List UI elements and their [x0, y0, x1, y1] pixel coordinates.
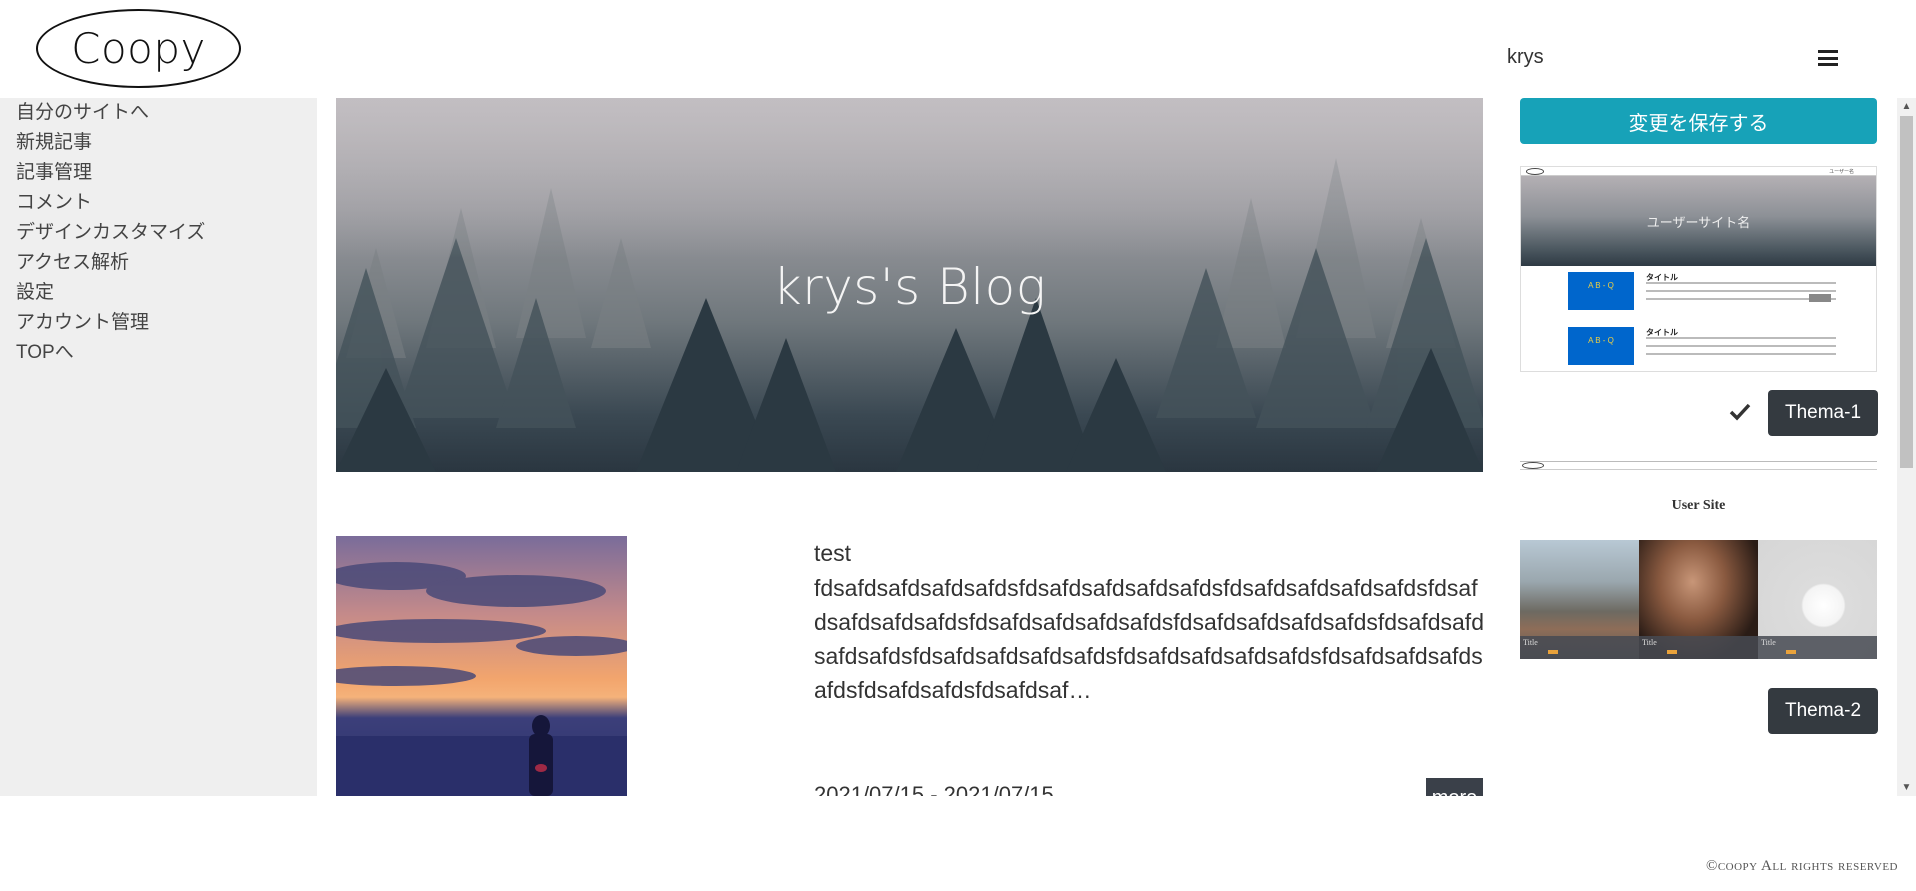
sunset-illustration	[336, 562, 627, 796]
sidebar-item-my-site[interactable]: 自分のサイトへ	[0, 98, 317, 128]
scroll-up-arrow-icon[interactable]: ▲	[1897, 98, 1916, 115]
preview-logo	[1522, 462, 1544, 469]
preview-post-image: A B - Q	[1568, 272, 1634, 310]
checkmark-icon[interactable]	[1728, 400, 1752, 424]
sidebar-item-comments[interactable]: コメント	[0, 188, 317, 218]
more-button[interactable]: more	[1426, 778, 1483, 796]
preview-post-row: A B - Q タイトル	[1521, 266, 1876, 321]
sidebar-item-new-post[interactable]: 新規記事	[0, 128, 317, 158]
scroll-down-arrow-icon[interactable]: ▼	[1897, 779, 1916, 796]
preview-post-row: A B - Q タイトル	[1521, 321, 1876, 371]
post-excerpt: fdsafdsafdsafdsafdsfdsafdsafdsafdsafdsfd…	[814, 575, 1483, 703]
sidebar-item-design-customize[interactable]: デザインカスタマイズ	[0, 218, 317, 248]
footer-copyright: ©coopy All rights reserved	[1705, 858, 1898, 874]
preview-card: Title	[1520, 540, 1639, 659]
preview-card-grid: Title Title Title	[1520, 540, 1877, 659]
blog-preview: krys's Blog test fdsafdsafdsafdsafdsfdsa…	[336, 98, 1483, 796]
hamburger-icon[interactable]	[1818, 50, 1838, 66]
theme2-preview[interactable]: User Site Title Title Title	[1520, 461, 1877, 661]
theme-panel: 変更を保存する ユーザー名 ユーザーサイト名 A B - Q タイトル A B …	[1500, 98, 1897, 796]
sidebar-menu: 自分のサイトへ 新規記事 記事管理 コメント デザインカスタマイズ アクセス解析…	[0, 98, 317, 368]
preview-card-title: Title	[1761, 638, 1776, 647]
post-summary: test fdsafdsafdsafdsafdsfdsafdsafdsafdsa…	[814, 538, 1483, 707]
sidebar-item-post-management[interactable]: 記事管理	[0, 158, 317, 188]
scrollbar-thumb[interactable]	[1900, 116, 1913, 468]
vertical-scrollbar[interactable]: ▲ ▼	[1897, 98, 1916, 796]
site-logo[interactable]: Coopy	[36, 9, 241, 88]
preview-card: Title	[1639, 540, 1758, 659]
theme1-button[interactable]: Thema-1	[1768, 390, 1878, 436]
sidebar-item-top[interactable]: TOPへ	[0, 338, 317, 368]
theme1-preview[interactable]: ユーザー名 ユーザーサイト名 A B - Q タイトル A B - Q タイトル	[1520, 166, 1877, 372]
post-title[interactable]: test	[814, 538, 1483, 568]
header: Coopy krys	[0, 0, 1916, 98]
preview-site-name: ユーザーサイト名	[1646, 215, 1751, 231]
preview-post-image: A B - Q	[1568, 327, 1634, 365]
preview-card-title: Title	[1642, 638, 1657, 647]
sidebar: 自分のサイトへ 新規記事 記事管理 コメント デザインカスタマイズ アクセス解析…	[0, 98, 317, 796]
sidebar-item-account[interactable]: アカウント管理	[0, 308, 317, 338]
preview-username: ユーザー名	[1829, 169, 1854, 175]
preview-card-title: Title	[1523, 638, 1538, 647]
theme1-controls: Thema-1	[1520, 390, 1878, 438]
preview-card: Title	[1758, 540, 1877, 659]
username[interactable]: krys	[1507, 46, 1544, 69]
preview-hero: ユーザーサイト名	[1521, 176, 1876, 266]
post-thumbnail[interactable]	[336, 536, 627, 796]
sidebar-item-settings[interactable]: 設定	[0, 278, 317, 308]
hero-image: krys's Blog	[336, 98, 1483, 472]
theme2-button[interactable]: Thema-2	[1768, 688, 1878, 734]
post-dates: 2021/07/15 - 2021/07/15	[814, 782, 1054, 796]
preview-logo	[1526, 168, 1544, 175]
preview-user-site-title: User Site	[1671, 498, 1726, 513]
sidebar-item-analytics[interactable]: アクセス解析	[0, 248, 317, 278]
save-changes-button[interactable]: 変更を保存する	[1520, 98, 1877, 144]
blog-title: krys's Blog	[772, 258, 1047, 316]
